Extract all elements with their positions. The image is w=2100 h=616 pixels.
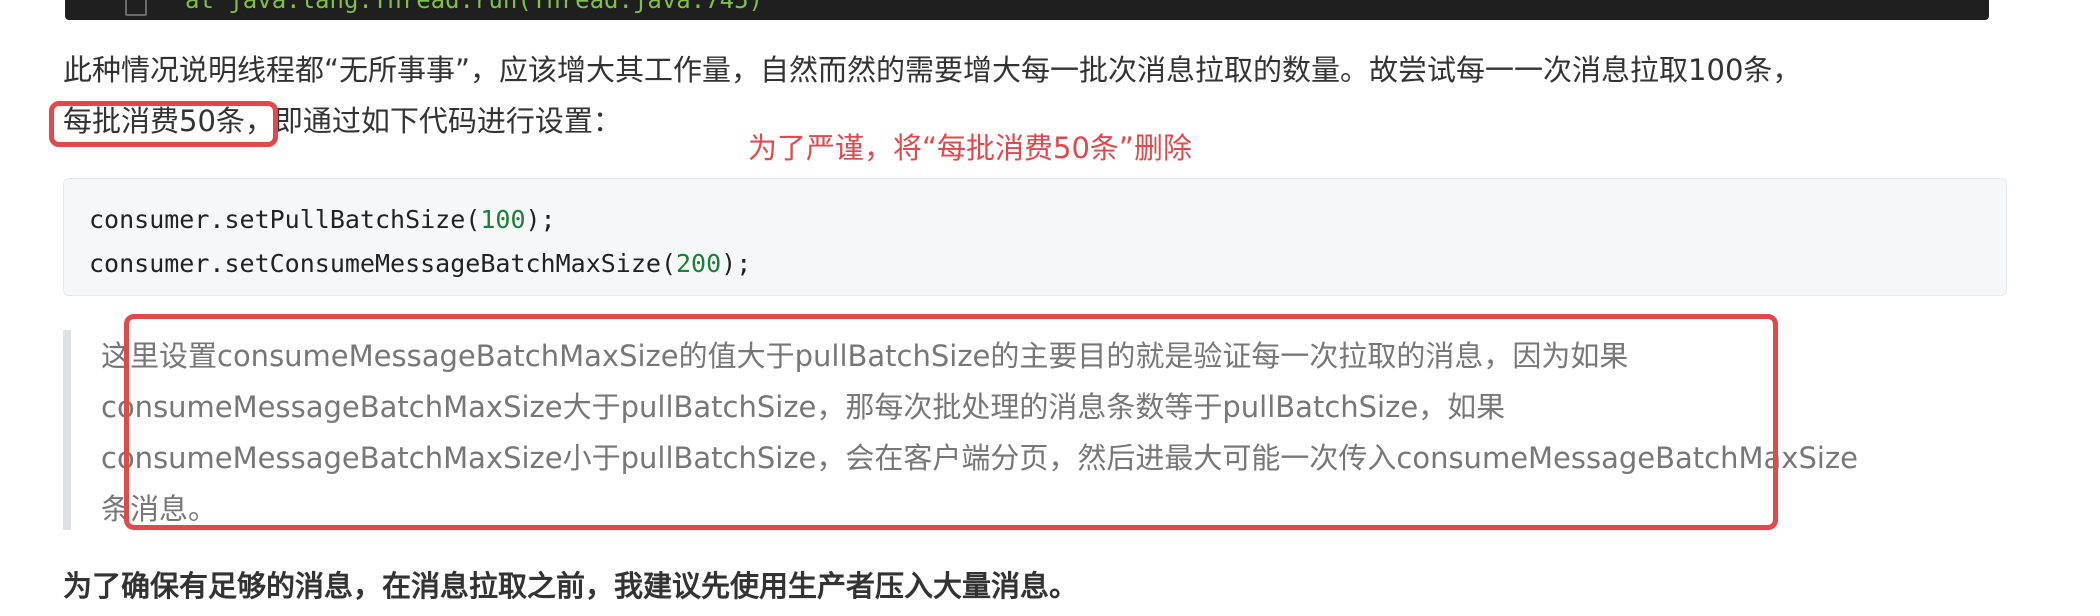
blockquote-highlight-box (124, 314, 1778, 530)
code-text: consumer.setConsumeMessageBatchMaxSize( (89, 249, 676, 278)
code-number: 200 (676, 249, 722, 278)
highlight-box (49, 101, 278, 147)
previous-code-block: at java.lang.Thread.run(Thread.java:745) (65, 0, 1989, 20)
code-text: ); (721, 249, 752, 278)
paragraph-line-1: 此种情况说明线程都“无所事事”，应该增大其工作量，自然而然的需要增大每一批次消息… (63, 53, 1802, 87)
code-block: consumer.setPullBatchSize(100); consumer… (63, 178, 2007, 296)
code-number: 100 (480, 205, 526, 234)
stacktrace-line: at java.lang.Thread.run(Thread.java:745) (185, 0, 763, 14)
blockquote-bar (63, 330, 71, 530)
copy-icon[interactable] (125, 0, 147, 16)
bold-paragraph: 为了确保有足够的消息，在消息拉取之前，我建议先使用生产者压入大量消息。 (63, 569, 1079, 603)
code-line-1: consumer.setPullBatchSize(100); (89, 205, 556, 234)
code-text: consumer.setPullBatchSize( (89, 205, 481, 234)
code-text: ); (525, 205, 556, 234)
code-line-2: consumer.setConsumeMessageBatchMaxSize(2… (89, 249, 751, 278)
annotation-note: 为了严谨，将“每批消费50条”删除 (748, 131, 1192, 165)
